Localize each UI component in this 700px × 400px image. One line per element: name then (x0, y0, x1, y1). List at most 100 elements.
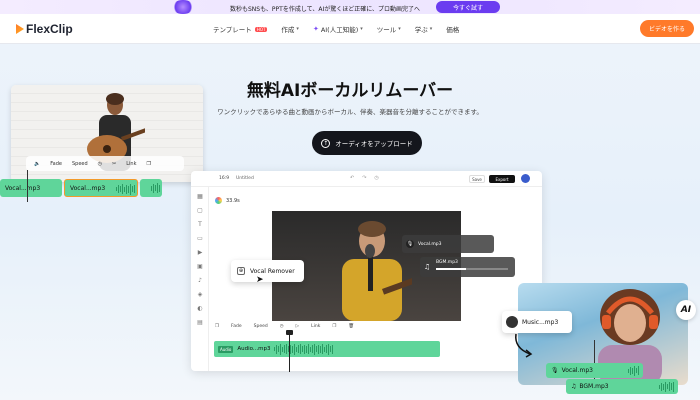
tools-icon[interactable]: ▤ (195, 319, 205, 328)
nav-item-label: AI(人工知能) (320, 26, 359, 34)
audio-icon[interactable]: ♪ (195, 277, 205, 286)
nav-item-tools[interactable]: ツール ▾ (377, 24, 401, 34)
logo-text: FlexClip (26, 22, 73, 36)
vocal-track-card[interactable]: 🎙 Vocal.mp3 (402, 235, 494, 253)
vocal-remover-label: Vocal Remover (250, 267, 295, 275)
vocal-track-label: Vocal.mp3 (418, 241, 442, 247)
export-button[interactable]: Export (489, 175, 515, 183)
editor-toolbar: 16:9 Untitled ↶ ↷ ◷ Save Export (191, 171, 542, 187)
singer-figure (342, 221, 412, 321)
text-icon[interactable]: T (195, 221, 205, 230)
timer-icon[interactable]: ◷ (98, 161, 102, 167)
duration: 33.9s (226, 197, 240, 204)
fade-control[interactable]: Fade (50, 161, 62, 167)
undo-redo: ↶ ↷ ◷ (350, 175, 379, 181)
undo-icon[interactable]: ↶ (350, 175, 354, 181)
vocal-remover-icon: ⊕ (237, 267, 245, 275)
chevron-down-icon: ▾ (360, 26, 363, 32)
fade-control[interactable]: Fade (231, 324, 242, 329)
logo[interactable]: FlexClip (16, 22, 73, 36)
nav-item-label: 作成 (281, 26, 295, 34)
promo-try-button[interactable]: 今すぐ試す (436, 1, 500, 13)
bgm-volume-slider[interactable] (436, 268, 508, 270)
microphone-icon: 🎙 (551, 367, 559, 374)
bgm-track[interactable]: ♫ BGM.mp3 (566, 379, 678, 394)
hot-badge: HOT (254, 26, 268, 32)
waveform (628, 365, 639, 376)
clip-controls: 🔈 Fade Speed ◷ ✂ Link ❐ (26, 156, 184, 171)
nav-menu: テンプレート HOT 作成 ▾ ✦ AI(人工知能) ▾ ツール ▾ 学ぶ ▾ … (213, 24, 459, 34)
upload-button-label: オーディオをアップロード (335, 140, 413, 148)
bgm-track-label: BGM.mp3 (579, 383, 609, 390)
nav-item-pricing[interactable]: 価格 (446, 24, 459, 34)
bgm-track-card[interactable]: ♫ BGM.mp3 (420, 257, 515, 277)
waveform (659, 381, 674, 392)
make-video-button[interactable]: ビデオを作る (640, 20, 694, 37)
nav-item-templates[interactable]: テンプレート HOT (213, 24, 268, 34)
elements-icon[interactable]: ◈ (195, 291, 205, 300)
link-control[interactable]: Link (311, 324, 320, 329)
audio-tag: Audio (218, 345, 234, 353)
video-icon[interactable]: ▶ (195, 249, 205, 258)
volume-icon[interactable]: 🔈 (34, 161, 40, 167)
images-icon[interactable]: ▣ (195, 263, 205, 272)
upload-audio-button[interactable]: ↑ オーディオをアップロード (312, 131, 422, 155)
chevron-down-icon: ▾ (429, 26, 433, 32)
editor-audio-track[interactable]: Audio Audio...mp3 (214, 341, 440, 357)
speed-control[interactable]: Speed (254, 324, 268, 329)
audio-clip[interactable] (140, 179, 162, 197)
vocal-remover-popup[interactable]: ⊕ Vocal Remover (231, 260, 304, 282)
link-control[interactable]: Link (126, 161, 136, 167)
editor-playhead[interactable] (286, 330, 293, 372)
copy-icon[interactable]: ❐ (146, 161, 150, 167)
music-file-card[interactable]: Music...mp3 (502, 311, 572, 333)
scissors-icon[interactable]: ✂ (112, 161, 116, 167)
editor-sidebar: ▦ ▢ T ▭ ▶ ▣ ♪ ◈ ◐ ▤ (191, 187, 209, 371)
timer-icon[interactable]: ◷ (280, 324, 284, 329)
top-nav: FlexClip テンプレート HOT 作成 ▾ ✦ AI(人工知能) ▾ ツー… (0, 14, 700, 44)
nav-item-learn[interactable]: 学ぶ ▾ (415, 24, 433, 34)
playhead[interactable] (27, 170, 28, 202)
chevron-down-icon: ▾ (296, 26, 299, 32)
copy-icon[interactable]: ❐ (215, 324, 219, 329)
media-icon[interactable]: ▢ (195, 207, 205, 216)
history-icon[interactable]: ◷ (374, 175, 378, 181)
subtitles-icon[interactable]: ▭ (195, 235, 205, 244)
aspect-ratio[interactable]: 16:9 (219, 176, 229, 181)
nav-item-label: ツール (376, 26, 397, 34)
ai-badge: AI (676, 300, 696, 320)
bgm-track-label: BGM.mp3 (436, 260, 458, 265)
delete-icon[interactable]: 🗑 (348, 324, 354, 329)
upload-icon: ↑ (321, 138, 331, 148)
timeline-toolbar: ❐ Fade Speed ◷ ▷ Link ❐ 🗑 (215, 324, 354, 329)
waveform (274, 343, 333, 355)
speed-control[interactable]: Speed (72, 161, 88, 167)
audio-clip-selected[interactable]: Vocal...mp3 (64, 179, 138, 197)
nav-item-label: 学ぶ (414, 26, 428, 34)
save-button[interactable]: Save (469, 175, 485, 183)
overlays-icon[interactable]: ◐ (195, 305, 205, 314)
vocal-track-label: Vocal.mp3 (561, 367, 593, 374)
play-icon[interactable]: ▷ (296, 324, 299, 329)
copy-icon[interactable]: ❐ (332, 324, 336, 329)
music-note-icon: ♫ (571, 383, 577, 390)
clip-label: Vocal...mp3 (5, 184, 41, 192)
music-thumbnail (506, 316, 518, 328)
nav-item-ai[interactable]: ✦ AI(人工知能) ▾ (313, 24, 363, 34)
redo-icon[interactable]: ↷ (362, 175, 366, 181)
microphone-icon: 🎙 (406, 240, 414, 248)
audio-clip[interactable]: Vocal...mp3 (0, 179, 62, 197)
music-note-icon: ♫ (424, 263, 431, 271)
promo-decoration-icon (172, 0, 194, 14)
promo-banner: 数秒もSNSも、PPTを作成して、AIが驚くほど正確に、プロ動画完了へ 今すぐ試… (0, 0, 700, 14)
audio-track-label: Audio...mp3 (237, 346, 271, 352)
left-audio-track: Vocal...mp3 Vocal...mp3 (0, 178, 162, 198)
vocal-track[interactable]: 🎙 Vocal.mp3 (546, 363, 643, 378)
project-name[interactable]: Untitled (236, 176, 254, 181)
color-wheel-icon[interactable] (215, 197, 222, 204)
templates-icon[interactable]: ▦ (195, 193, 205, 202)
arrow-icon (515, 333, 533, 358)
avatar[interactable] (521, 174, 530, 183)
sparkle-icon: ✦ (312, 25, 319, 33)
nav-item-create[interactable]: 作成 ▾ (281, 24, 299, 34)
